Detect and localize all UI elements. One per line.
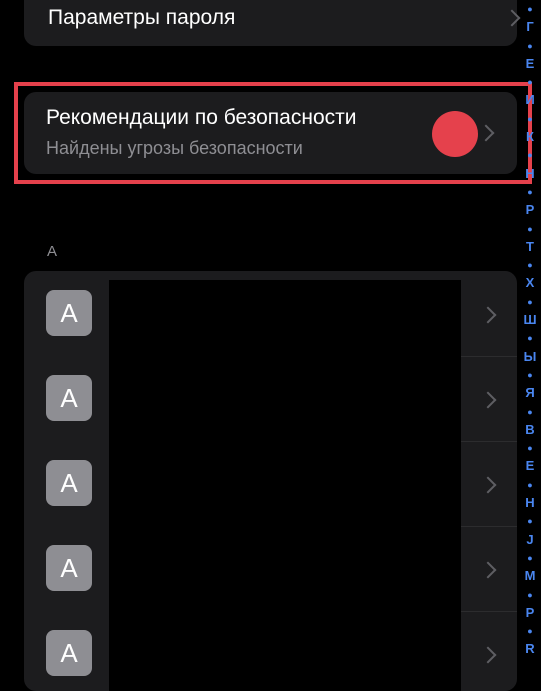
avatar: A [46,545,92,591]
index-letter[interactable]: И [525,91,534,109]
index-dot[interactable]: ● [527,512,532,530]
index-dot[interactable]: ● [527,256,532,274]
index-dot[interactable]: ● [527,366,532,384]
chevron-right-icon [479,646,497,664]
password-options-row[interactable]: Параметры пароля [24,0,521,46]
index-letter[interactable]: Н [525,165,534,183]
index-letter[interactable]: Х [526,274,535,292]
index-dot[interactable]: ● [527,293,532,311]
chevron-right-icon [479,476,497,494]
index-letter[interactable]: Е [526,55,535,73]
chevron-right-icon [477,124,495,142]
password-options-label: Параметры пароля [48,6,236,29]
index-dot[interactable]: ● [527,146,532,164]
password-list: A A A A A [24,271,517,691]
avatar: A [46,460,92,506]
index-letter[interactable]: P [526,604,535,622]
security-recommendations-row[interactable]: Рекомендации по безопасности Найдены угр… [24,92,517,174]
index-letter[interactable]: Г [526,18,533,36]
alert-dot-icon [432,111,478,157]
alphabet-index[interactable]: ● Г ● Е ● И ● К ● Н ● Р ● Т ● Х ● Ш ● Ы ● Я ● В ● Е ● Н ● J ● M ● P ● R [519,0,541,675]
chevron-right-icon [479,391,497,409]
index-dot[interactable]: ● [527,439,532,457]
index-letter[interactable]: К [526,128,534,146]
index-dot[interactable]: ● [527,549,532,567]
index-letter[interactable]: В [525,421,534,439]
chevron-right-icon [479,306,497,324]
index-dot[interactable]: ● [527,110,532,128]
chevron-right-icon [503,9,521,27]
index-dot[interactable]: ● [527,586,532,604]
index-letter[interactable]: R [525,640,534,658]
section-header: А [47,243,58,260]
index-dot[interactable]: ● [527,329,532,347]
index-dot[interactable]: ● [527,220,532,238]
index-dot[interactable]: ● [527,0,532,18]
security-recommendations-subtitle: Найдены угрозы безопасности [46,138,303,158]
index-letter[interactable]: J [526,531,533,549]
index-dot[interactable]: ● [527,476,532,494]
redacted-area [109,280,461,691]
security-recommendations-title: Рекомендации по безопасности [46,106,357,129]
index-dot[interactable]: ● [527,73,532,91]
index-letter[interactable]: M [525,567,536,585]
index-dot[interactable]: ● [527,403,532,421]
index-dot[interactable]: ● [527,37,532,55]
index-letter[interactable]: Р [526,201,535,219]
index-dot[interactable]: ● [527,183,532,201]
index-letter[interactable]: Я [525,384,534,402]
index-letter[interactable]: Т [526,238,534,256]
avatar: A [46,375,92,421]
chevron-right-icon [479,561,497,579]
index-letter[interactable]: Е [526,457,535,475]
avatar: A [46,630,92,676]
index-letter[interactable]: Н [525,494,534,512]
avatar: A [46,290,92,336]
index-dot[interactable]: ● [527,622,532,640]
index-letter[interactable]: Ы [524,348,537,366]
index-letter[interactable]: Ш [523,311,536,329]
